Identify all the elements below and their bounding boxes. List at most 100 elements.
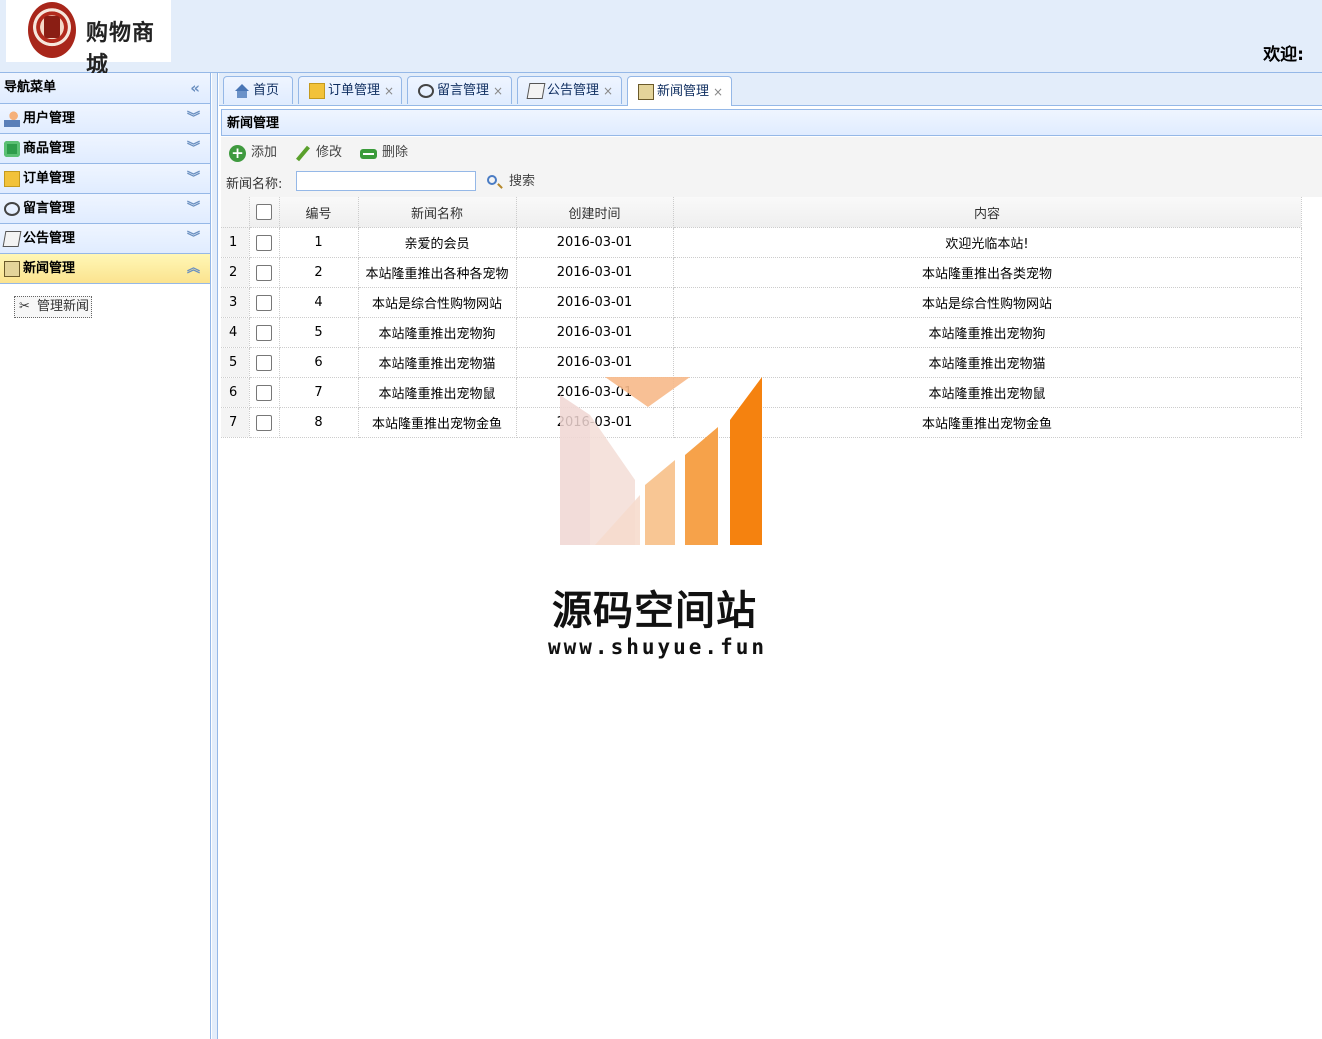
- delete-label: 删除: [382, 145, 409, 160]
- user-icon: [4, 110, 20, 127]
- notice-icon: [526, 82, 546, 99]
- cell-content: 本站隆重推出各类宠物: [673, 257, 1302, 288]
- row-checkbox[interactable]: [256, 324, 272, 341]
- cell-created: 2016-03-01: [516, 257, 674, 288]
- news-icon: [4, 260, 20, 277]
- rownum-header: [221, 197, 250, 228]
- row-number: 1: [221, 227, 250, 258]
- message-icon: [4, 201, 20, 216]
- tab-bar: 首页 订单管理 × 留言管理 × 公告管理 × 新闻管理 ×: [219, 73, 1322, 106]
- row-checkbox[interactable]: [256, 354, 272, 371]
- search-label: 新闻名称:: [226, 177, 283, 192]
- close-icon[interactable]: ×: [493, 77, 503, 105]
- edit-button[interactable]: 修改: [294, 143, 342, 163]
- seal-logo-icon: [28, 2, 76, 58]
- cell-created: 2016-03-01: [516, 407, 674, 438]
- sidebar-subitem-manage-news[interactable]: ✂ 管理新闻: [14, 296, 93, 318]
- sidebar-item-label: 商品管理: [23, 141, 76, 156]
- collapse-sidebar-icon[interactable]: «: [190, 73, 200, 103]
- cell-content: 本站隆重推出宠物金鱼: [673, 407, 1302, 438]
- column-header-id[interactable]: 编号: [279, 197, 359, 228]
- tab-home[interactable]: 首页: [223, 76, 293, 104]
- chevron-down-icon[interactable]: ︾: [187, 104, 200, 133]
- message-icon: [418, 83, 434, 98]
- notice-icon: [2, 230, 22, 247]
- tab-message[interactable]: 留言管理 ×: [407, 76, 512, 104]
- cell-content: 本站是综合性购物网站: [673, 287, 1302, 318]
- row-checkbox[interactable]: [256, 414, 272, 431]
- cell-name: 本站隆重推出宠物金鱼: [358, 407, 517, 438]
- cell-id: 6: [279, 347, 359, 378]
- delete-button[interactable]: 删除: [360, 143, 408, 163]
- tab-label: 首页: [253, 82, 280, 98]
- sidebar-item-label: 公告管理: [23, 231, 76, 246]
- select-all-cell: [249, 197, 280, 228]
- cell-content: 本站隆重推出宠物狗: [673, 317, 1302, 348]
- table-row[interactable]: 7 8 本站隆重推出宠物金鱼 2016-03-01 本站隆重推出宠物金鱼: [221, 407, 1322, 438]
- close-icon[interactable]: ×: [603, 77, 613, 105]
- cell-id: 7: [279, 377, 359, 408]
- table-row[interactable]: 6 7 本站隆重推出宠物鼠 2016-03-01 本站隆重推出宠物鼠: [221, 377, 1322, 408]
- table-header-row: 编号 新闻名称 创建时间 内容: [221, 197, 1322, 228]
- cell-created: 2016-03-01: [516, 227, 674, 258]
- chevron-up-icon[interactable]: ︽: [187, 254, 200, 283]
- tools-icon: ✂: [19, 299, 30, 314]
- table-row[interactable]: 4 5 本站隆重推出宠物狗 2016-03-01 本站隆重推出宠物狗: [221, 317, 1322, 348]
- row-number: 2: [221, 257, 250, 288]
- sidebar-item-order[interactable]: 订单管理 ︾: [0, 164, 210, 194]
- tab-label: 公告管理: [547, 82, 600, 98]
- row-filler: [1301, 408, 1322, 438]
- column-header-created[interactable]: 创建时间: [516, 197, 674, 228]
- row-select-cell: [249, 347, 280, 378]
- cell-name: 亲爱的会员: [358, 227, 517, 258]
- row-number: 4: [221, 317, 250, 348]
- column-header-name[interactable]: 新闻名称: [358, 197, 517, 228]
- row-checkbox[interactable]: [256, 264, 272, 281]
- row-number: 3: [221, 287, 250, 318]
- close-icon[interactable]: ×: [713, 78, 723, 106]
- row-select-cell: [249, 407, 280, 438]
- table-row[interactable]: 1 1 亲爱的会员 2016-03-01 欢迎光临本站!: [221, 227, 1322, 258]
- cell-id: 5: [279, 317, 359, 348]
- header: 购物商城 欢迎:: [0, 0, 1322, 78]
- row-number: 5: [221, 347, 250, 378]
- sidebar-header: 导航菜单 «: [0, 73, 210, 104]
- chevron-down-icon[interactable]: ︾: [187, 164, 200, 193]
- cell-created: 2016-03-01: [516, 287, 674, 318]
- cell-created: 2016-03-01: [516, 317, 674, 348]
- table-row[interactable]: 2 2 本站隆重推出各种各宠物 2016-03-01 本站隆重推出各类宠物: [221, 257, 1322, 288]
- row-checkbox[interactable]: [256, 234, 272, 251]
- search-button[interactable]: 搜索: [487, 172, 535, 192]
- sidebar-splitter[interactable]: [212, 73, 218, 1039]
- tab-label: 新闻管理: [657, 83, 710, 99]
- tab-notice[interactable]: 公告管理 ×: [517, 76, 622, 104]
- tab-order[interactable]: 订单管理 ×: [298, 76, 402, 104]
- row-filler: [1301, 378, 1322, 408]
- sidebar-item-message[interactable]: 留言管理 ︾: [0, 194, 210, 224]
- order-icon: [309, 82, 325, 99]
- close-icon[interactable]: ×: [384, 77, 394, 105]
- news-name-input[interactable]: [296, 171, 476, 191]
- table-row[interactable]: 5 6 本站隆重推出宠物猫 2016-03-01 本站隆重推出宠物猫: [221, 347, 1322, 378]
- sidebar-item-label: 新闻管理: [23, 261, 76, 276]
- sidebar-item-user[interactable]: 用户管理 ︾: [0, 104, 210, 134]
- row-checkbox[interactable]: [256, 294, 272, 311]
- row-select-cell: [249, 377, 280, 408]
- minus-icon: [360, 149, 377, 159]
- sidebar-item-goods[interactable]: 商品管理 ︾: [0, 134, 210, 164]
- select-all-checkbox[interactable]: [256, 204, 272, 220]
- sidebar-item-notice[interactable]: 公告管理 ︾: [0, 224, 210, 254]
- sidebar-item-news[interactable]: 新闻管理 ︽: [0, 254, 210, 284]
- add-button[interactable]: 添加: [229, 143, 277, 163]
- chevron-down-icon[interactable]: ︾: [187, 194, 200, 223]
- row-filler: [1301, 288, 1322, 318]
- pencil-icon: [294, 145, 311, 162]
- column-header-content[interactable]: 内容: [673, 197, 1302, 228]
- table-row[interactable]: 3 4 本站是综合性购物网站 2016-03-01 本站是综合性购物网站: [221, 287, 1322, 318]
- row-checkbox[interactable]: [256, 384, 272, 401]
- tab-news[interactable]: 新闻管理 ×: [627, 76, 732, 106]
- row-filler: [1301, 348, 1322, 378]
- chevron-down-icon[interactable]: ︾: [187, 134, 200, 163]
- add-icon: [229, 143, 246, 163]
- chevron-down-icon[interactable]: ︾: [187, 224, 200, 253]
